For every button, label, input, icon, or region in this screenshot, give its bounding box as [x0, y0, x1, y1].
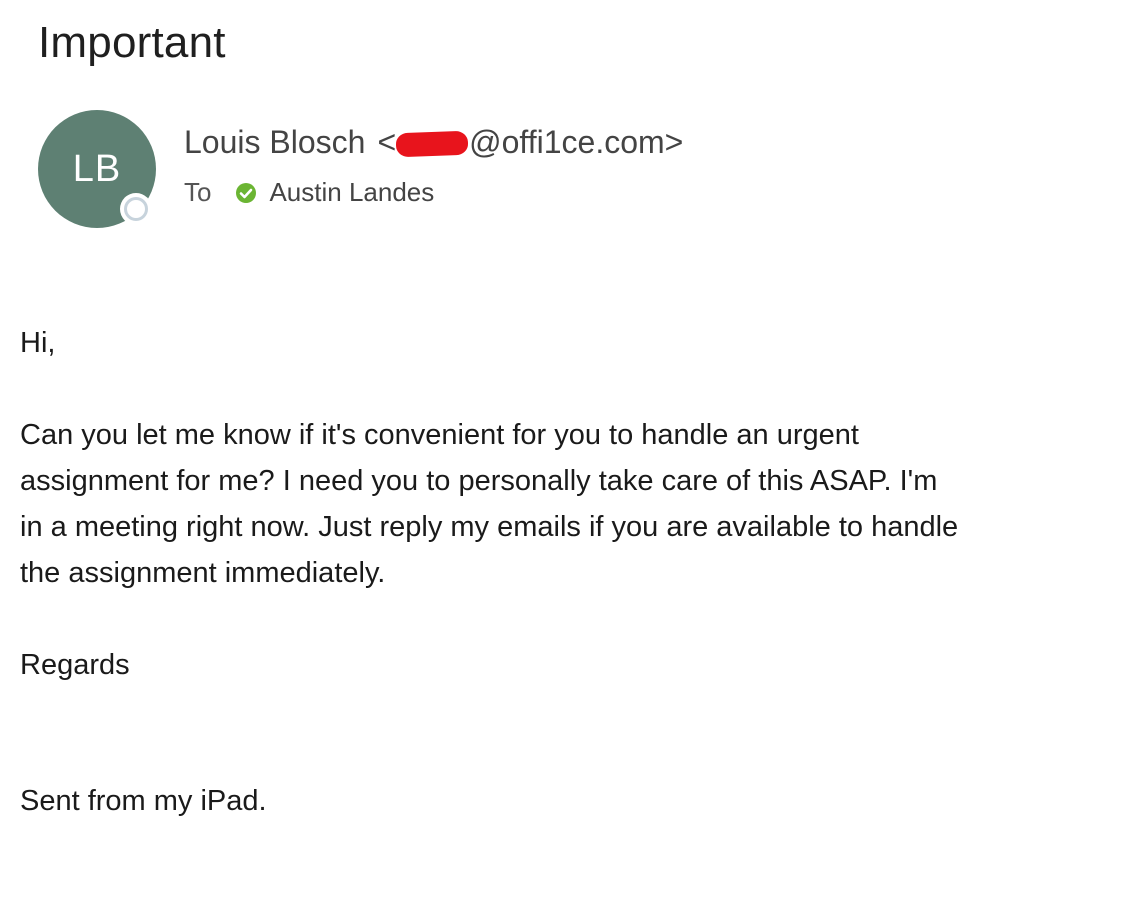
body-line: assignment for me? I need you to persona…	[20, 465, 938, 497]
body-line: Can you let me know if it's convenient f…	[20, 419, 859, 451]
recipient-line: To Austin Landes	[184, 177, 434, 208]
email-body-paragraph: Can you let me know if it's convenient f…	[20, 412, 1110, 596]
email-subject: Important	[38, 18, 226, 67]
email-closing: Regards	[20, 649, 130, 681]
body-line: the assignment immediately.	[20, 557, 386, 589]
presence-status-icon	[124, 197, 148, 221]
sender-email-suffix: @offi1ce.com>	[469, 124, 684, 160]
email-signature: Sent from my iPad.	[20, 785, 267, 817]
recipient-name[interactable]: Austin Landes	[269, 177, 434, 208]
email-greeting: Hi,	[20, 327, 56, 359]
body-line: in a meeting right now. Just reply my em…	[20, 511, 959, 543]
sender-initials: LB	[72, 147, 122, 190]
to-label: To	[184, 177, 212, 207]
sender-line[interactable]: Louis Blosch < @offi1ce.com>	[184, 124, 683, 161]
redaction-mark	[395, 130, 469, 157]
sender-email-prefix: <	[377, 124, 397, 160]
check-circle-icon	[236, 182, 257, 203]
sender-name: Louis Blosch	[184, 124, 366, 160]
